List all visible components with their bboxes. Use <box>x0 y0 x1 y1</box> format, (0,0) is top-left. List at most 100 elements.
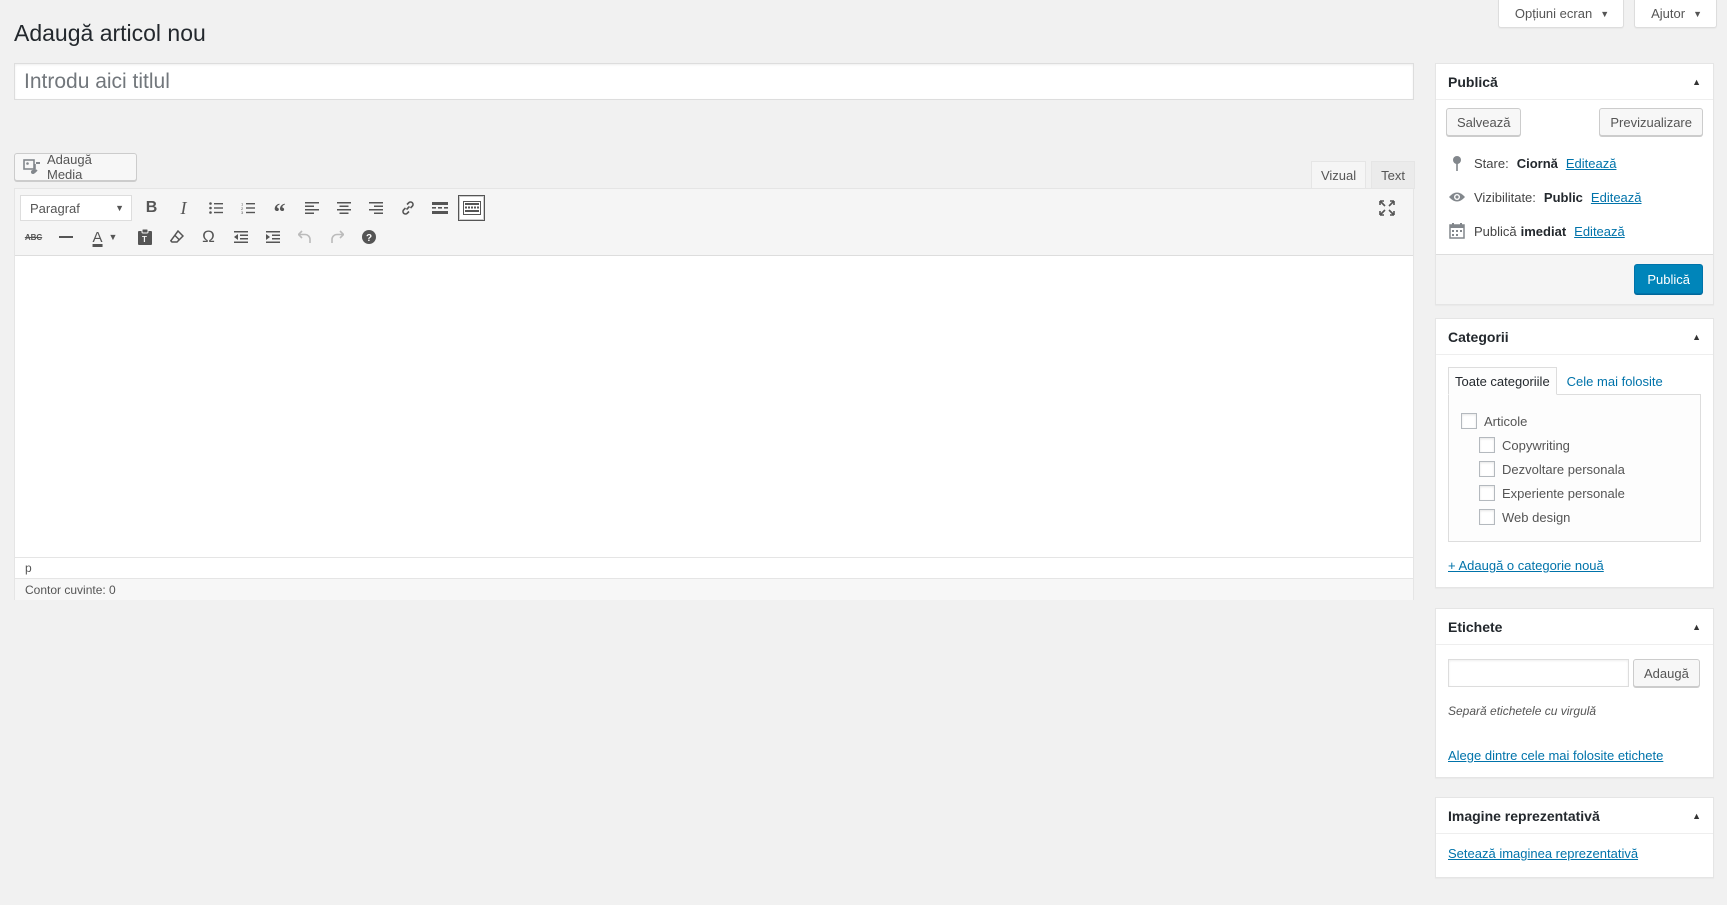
element-path[interactable]: p <box>25 561 32 575</box>
category-label: Dezvoltare personala <box>1502 461 1625 477</box>
category-item-copywriting[interactable]: Copywriting <box>1461 433 1688 457</box>
screen-meta-links: Opțiuni ecran ▼ Ajutor ▼ <box>1497 0 1717 28</box>
help-icon[interactable]: ? <box>355 224 382 250</box>
page-title: Adaugă articol nou <box>14 20 206 46</box>
set-featured-image-link[interactable]: Setează imaginea reprezentativă <box>1436 834 1713 877</box>
tag-input[interactable] <box>1448 659 1629 687</box>
editor-toolbar: Paragraf ▼ B I 123 “ ABC A ▼ T Ω ? <box>15 189 1413 256</box>
calendar-icon <box>1448 223 1466 239</box>
tags-box-header[interactable]: Etichete ▲ <box>1436 609 1713 645</box>
help-button[interactable]: Ajutor ▼ <box>1634 0 1717 28</box>
post-editor: Paragraf ▼ B I 123 “ ABC A ▼ T Ω ? p Con… <box>14 188 1414 600</box>
bullet-list-icon[interactable] <box>202 195 229 221</box>
preview-button[interactable]: Previzualizare <box>1599 108 1703 136</box>
category-item-dezvoltare-personala[interactable]: Dezvoltare personala <box>1461 457 1688 481</box>
editor-content-area[interactable] <box>15 256 1413 557</box>
edit-status-link[interactable]: Editează <box>1566 156 1617 171</box>
collapse-arrow-icon[interactable]: ▲ <box>1692 811 1701 821</box>
align-left-icon[interactable] <box>298 195 325 221</box>
category-label: Articole <box>1484 413 1528 429</box>
pin-icon <box>1448 155 1466 171</box>
svg-text:3: 3 <box>241 210 244 214</box>
tab-text[interactable]: Text <box>1371 161 1415 189</box>
outdent-icon[interactable] <box>227 224 254 250</box>
post-title-input[interactable]: Introdu aici titlul <box>14 63 1414 100</box>
featured-image-box-title: Imagine reprezentativă <box>1448 807 1600 824</box>
bold-icon[interactable]: B <box>138 195 165 221</box>
collapse-arrow-icon[interactable]: ▲ <box>1692 622 1701 632</box>
visibility-label: Vizibilitate: <box>1474 189 1536 205</box>
major-publishing-actions: Publică <box>1436 254 1713 304</box>
add-media-button[interactable]: Adaugă Media <box>14 152 137 182</box>
schedule-label: Publică <box>1474 223 1517 239</box>
paste-text-icon[interactable]: T <box>131 224 158 250</box>
featured-image-box: Imagine reprezentativă ▲ Setează imagine… <box>1435 797 1714 878</box>
add-media-label: Adaugă Media <box>47 152 92 182</box>
category-label: Web design <box>1502 509 1571 525</box>
read-more-icon[interactable] <box>426 195 453 221</box>
italic-icon[interactable]: I <box>170 195 197 221</box>
tab-all-categories[interactable]: Toate categoriile <box>1448 367 1557 395</box>
featured-image-box-header[interactable]: Imagine reprezentativă ▲ <box>1436 798 1713 834</box>
media-icon <box>23 159 40 174</box>
status-row: Stare: Ciornă Editează <box>1436 146 1713 180</box>
choose-popular-tags-link[interactable]: Alege dintre cele mai folosite etichete <box>1436 718 1713 777</box>
status-label: Stare: <box>1474 155 1509 171</box>
add-new-category-link[interactable]: + Adaugă o categorie nouă <box>1448 558 1701 573</box>
category-item-web-design[interactable]: Web design <box>1461 505 1688 529</box>
redo-icon[interactable] <box>323 224 350 250</box>
toolbar-toggle-icon[interactable] <box>458 195 485 221</box>
link-icon[interactable] <box>394 195 421 221</box>
category-checkbox[interactable] <box>1479 485 1495 501</box>
tab-most-used-categories[interactable]: Cele mai folosite <box>1561 367 1669 395</box>
text-color-icon: A <box>92 228 103 246</box>
text-color-button[interactable]: A ▼ <box>84 224 126 250</box>
strikethrough-icon[interactable]: ABC <box>20 224 47 250</box>
publish-button[interactable]: Publică <box>1634 264 1703 294</box>
collapse-arrow-icon[interactable]: ▲ <box>1692 77 1701 87</box>
align-center-icon[interactable] <box>330 195 357 221</box>
visibility-value: Public <box>1543 189 1583 205</box>
category-checkbox[interactable] <box>1479 437 1495 453</box>
caret-down-icon: ▼ <box>1600 8 1610 19</box>
format-select-value: Paragraf <box>30 200 80 216</box>
publish-box-header[interactable]: Publică ▲ <box>1436 64 1713 100</box>
save-draft-button[interactable]: Salvează <box>1446 108 1522 136</box>
tags-input-row: Adaugă <box>1436 645 1713 687</box>
horizontal-line-icon[interactable] <box>52 224 79 250</box>
categories-box-title: Categorii <box>1448 328 1509 345</box>
edit-visibility-link[interactable]: Editează <box>1591 190 1642 205</box>
undo-icon[interactable] <box>291 224 318 250</box>
numbered-list-icon[interactable]: 123 <box>234 195 261 221</box>
collapse-arrow-icon[interactable]: ▲ <box>1692 332 1701 342</box>
category-checkbox[interactable] <box>1479 461 1495 477</box>
categories-box-header[interactable]: Categorii ▲ <box>1436 319 1713 355</box>
format-select[interactable]: Paragraf ▼ <box>20 195 132 221</box>
word-count: Contor cuvinte: 0 <box>25 582 116 597</box>
tags-box: Etichete ▲ Adaugă Separă etichetele cu v… <box>1435 608 1714 778</box>
word-count-bar: Contor cuvinte: 0 <box>15 578 1413 600</box>
category-checkbox[interactable] <box>1461 413 1477 429</box>
tab-visual[interactable]: Vizual <box>1310 161 1367 189</box>
screen-options-label: Opțiuni ecran <box>1514 6 1593 21</box>
screen-options-button[interactable]: Opțiuni ecran ▼ <box>1497 0 1625 28</box>
title-placeholder: Introdu aici titlul <box>24 69 170 93</box>
align-right-icon[interactable] <box>362 195 389 221</box>
toolbar-row-2: ABC A ▼ T Ω ? <box>20 224 387 250</box>
category-label: Experiente personale <box>1502 485 1625 501</box>
add-tag-button[interactable]: Adaugă <box>1633 659 1700 687</box>
category-label: Copywriting <box>1502 437 1570 453</box>
caret-down-icon: ▼ <box>1693 8 1702 19</box>
category-item-experiente-personale[interactable]: Experiente personale <box>1461 481 1688 505</box>
toolbar-row-1: Paragraf ▼ B I 123 “ <box>20 195 490 225</box>
clear-formatting-icon[interactable] <box>163 224 190 250</box>
category-checkbox[interactable] <box>1479 509 1495 525</box>
indent-icon[interactable] <box>259 224 286 250</box>
special-character-icon[interactable]: Ω <box>195 224 222 250</box>
category-item-articole[interactable]: Articole <box>1461 409 1688 433</box>
minor-publishing-actions: Salvează Previzualizare <box>1436 100 1713 146</box>
fullscreen-icon[interactable] <box>1373 195 1400 221</box>
category-tabs: Toate categoriile Cele mai folosite <box>1448 367 1701 395</box>
edit-schedule-link[interactable]: Editează <box>1574 224 1625 239</box>
blockquote-icon[interactable]: “ <box>266 195 293 225</box>
